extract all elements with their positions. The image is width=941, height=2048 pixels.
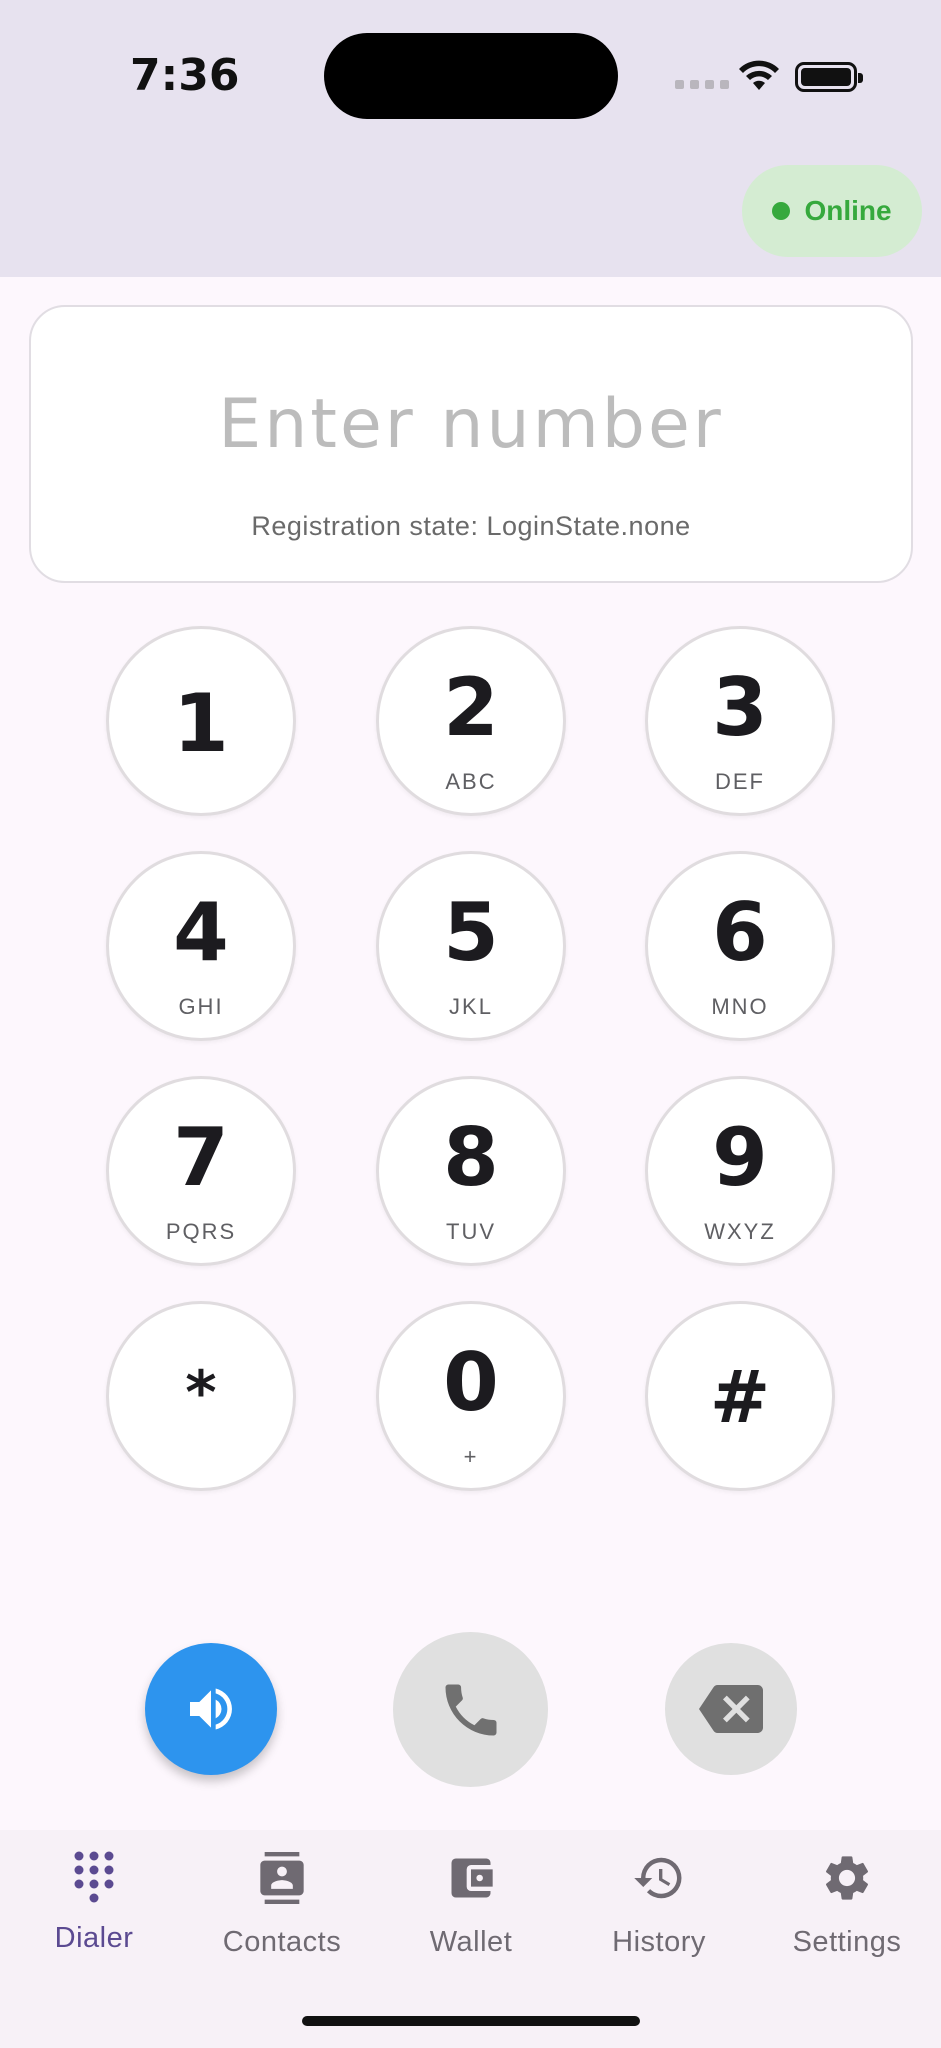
- key-5[interactable]: 5 JKL: [376, 851, 566, 1041]
- contacts-icon: [254, 1850, 310, 1906]
- key-digit: 5: [443, 886, 499, 979]
- key-digit: 1: [173, 677, 229, 770]
- key-digit: 0: [443, 1336, 499, 1429]
- dialpad-icon: [66, 1850, 122, 1906]
- registration-state-text: Registration state: LoginState.none: [251, 511, 691, 541]
- nav-item-contacts[interactable]: Contacts: [197, 1850, 367, 1990]
- nav-item-history[interactable]: History: [574, 1850, 744, 1990]
- key-letters: DEF: [715, 769, 765, 794]
- key-letters: MNO: [711, 994, 769, 1019]
- key-hash[interactable]: #: [645, 1301, 835, 1491]
- backspace-icon: [699, 1685, 763, 1733]
- home-indicator[interactable]: [302, 2016, 640, 2026]
- key-digit: 3: [712, 661, 768, 754]
- status-time: 7:36: [130, 50, 240, 101]
- connection-status-label: Online: [804, 195, 892, 226]
- nav-label-settings: Settings: [792, 1926, 902, 1958]
- key-1[interactable]: 1: [106, 626, 296, 816]
- speaker-icon: [190, 1688, 232, 1730]
- phone-icon: [445, 1684, 496, 1735]
- gear-icon: [819, 1850, 875, 1906]
- key-8[interactable]: 8 TUV: [376, 1076, 566, 1266]
- key-4[interactable]: 4 GHI: [106, 851, 296, 1041]
- nav-label-wallet: Wallet: [429, 1926, 513, 1958]
- history-icon: [631, 1850, 687, 1906]
- key-letters: JKL: [449, 994, 493, 1019]
- phone-number-input[interactable]: [71, 379, 871, 469]
- top-app-bar: 7:36 Online: [0, 0, 941, 277]
- key-digit: 7: [173, 1111, 229, 1204]
- call-button[interactable]: [393, 1632, 548, 1787]
- dynamic-island: [324, 33, 618, 119]
- nav-item-settings[interactable]: Settings: [762, 1850, 932, 1990]
- key-digit: *: [185, 1358, 217, 1428]
- key-letters: GHI: [178, 994, 224, 1019]
- speaker-button[interactable]: [145, 1643, 277, 1775]
- key-star[interactable]: *: [106, 1301, 296, 1491]
- key-letters: ABC: [445, 769, 497, 794]
- battery-icon: [795, 62, 863, 92]
- key-digit: 8: [443, 1111, 499, 1204]
- key-digit: 2: [443, 661, 499, 754]
- key-letters: +: [463, 1444, 479, 1469]
- wallet-icon: [443, 1850, 499, 1906]
- backspace-button[interactable]: [665, 1643, 797, 1775]
- key-digit: 9: [712, 1111, 768, 1204]
- key-2[interactable]: 2 ABC: [376, 626, 566, 816]
- nav-item-dialer[interactable]: Dialer: [9, 1850, 179, 1990]
- nav-item-wallet[interactable]: Wallet: [386, 1850, 556, 1990]
- key-0[interactable]: 0 +: [376, 1301, 566, 1491]
- key-3[interactable]: 3 DEF: [645, 626, 835, 816]
- wifi-icon: [739, 60, 779, 90]
- key-digit: 6: [712, 886, 768, 979]
- signal-icon: [675, 80, 729, 89]
- key-letters: WXYZ: [704, 1219, 776, 1244]
- number-display-card: Registration state: LoginState.none: [29, 305, 913, 583]
- connection-status-chip[interactable]: Online: [742, 165, 922, 257]
- key-6[interactable]: 6 MNO: [645, 851, 835, 1041]
- nav-label-dialer: Dialer: [54, 1922, 134, 1954]
- key-letters: PQRS: [165, 1219, 237, 1244]
- status-dot-icon: [772, 202, 791, 220]
- key-digit: #: [709, 1355, 771, 1439]
- nav-label-contacts: Contacts: [222, 1926, 342, 1958]
- key-letters: TUV: [446, 1219, 496, 1244]
- nav-label-history: History: [612, 1926, 706, 1958]
- key-7[interactable]: 7 PQRS: [106, 1076, 296, 1266]
- key-9[interactable]: 9 WXYZ: [645, 1076, 835, 1266]
- key-digit: 4: [173, 886, 229, 979]
